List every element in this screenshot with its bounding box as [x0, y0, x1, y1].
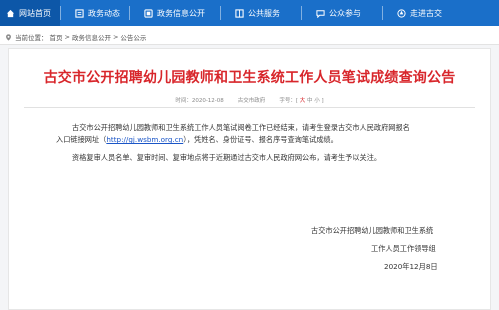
paragraph-1-line-1: 古交市公开招聘幼儿园教师和卫生系统工作人员笔试阅卷工作已经结束，请考生登录古交市…	[72, 123, 410, 132]
registration-link[interactable]: http://gj.wsbm.org.cn	[106, 135, 183, 144]
location-pin-icon	[6, 33, 11, 41]
paragraph-1-line-2: 入口链接网址（http://gj.wsbm.org.cn），凭姓名、身份证号、报…	[56, 134, 338, 146]
article-title: 古交市公开招聘幼儿园教师和卫生系统工作人员笔试成绩查询公告	[43, 70, 456, 86]
chat-icon	[316, 9, 325, 18]
nav-item-public-participation[interactable]: 公众参与	[302, 0, 382, 26]
breadcrumb-prefix: 当前位置：	[15, 34, 48, 42]
article-meta: 时间：2020-12-08 古交市政府 字号：[ 大 中 小 ]	[0, 96, 499, 104]
nav-label: 政务动态	[88, 8, 120, 18]
nav-label: 网站首页	[19, 8, 51, 18]
font-size-bracket: ]	[321, 98, 324, 104]
font-size-medium-button[interactable]: 中	[307, 98, 313, 104]
nav-item-home[interactable]: 网站首页	[0, 0, 60, 26]
breadcrumb-link-home[interactable]: 首页	[50, 32, 63, 42]
signature-org-line-2: 工作人员工作领导组	[371, 244, 436, 253]
nav-item-about-gujiao[interactable]: 走进古交	[383, 0, 469, 26]
paragraph-text: ），凭姓名、身份证号、报名序号查询笔试成绩。	[183, 135, 338, 144]
nav-label: 政务信息公开	[157, 8, 205, 18]
title-divider	[24, 107, 475, 108]
nav-item-news[interactable]: 政务动态	[61, 0, 129, 26]
nav-item-info-disclosure[interactable]: 政务信息公开	[130, 0, 220, 26]
font-size-large-button[interactable]: 大	[300, 98, 306, 104]
breadcrumb: 当前位置： 首页 > 政务信息公开 > 公告公示	[5, 32, 148, 42]
breadcrumb-link-announcements[interactable]: 公告公示	[120, 32, 146, 42]
home-icon	[6, 9, 15, 17]
breadcrumb-separator: >	[64, 33, 70, 41]
signature-date: 2020年12月8日	[384, 262, 438, 271]
publish-time: 时间：2020-12-08	[175, 98, 224, 104]
top-navigation: 网站首页 政务动态 政务信息公开 公共服务 公众参与 走进古交	[0, 0, 499, 26]
nav-label: 公共服务	[248, 8, 280, 18]
service-icon	[235, 8, 244, 18]
document-icon	[144, 8, 153, 18]
paragraph-text: 入口链接网址（	[56, 135, 107, 144]
paragraph-2: 资格复审人员名单、复审时间、复审地点将于近期通过古交市人民政府网公布，请考生予以…	[72, 153, 382, 162]
location-icon	[397, 8, 406, 18]
nav-label: 公众参与	[329, 8, 361, 18]
news-icon	[75, 8, 84, 18]
font-size-small-button[interactable]: 小	[314, 98, 320, 104]
article-source: 古交市政府	[237, 98, 266, 104]
signature-org-line-1: 古交市公开招聘幼儿园教师和卫生系统	[311, 226, 434, 235]
font-size-label: 字号：[	[279, 98, 298, 104]
nav-label: 走进古交	[410, 8, 442, 18]
nav-item-public-service[interactable]: 公共服务	[221, 0, 301, 26]
breadcrumb-separator: >	[112, 33, 119, 41]
font-size-control: 字号：[ 大 中 小 ]	[279, 96, 323, 104]
breadcrumb-link-info-disclosure[interactable]: 政务信息公开	[72, 32, 111, 42]
